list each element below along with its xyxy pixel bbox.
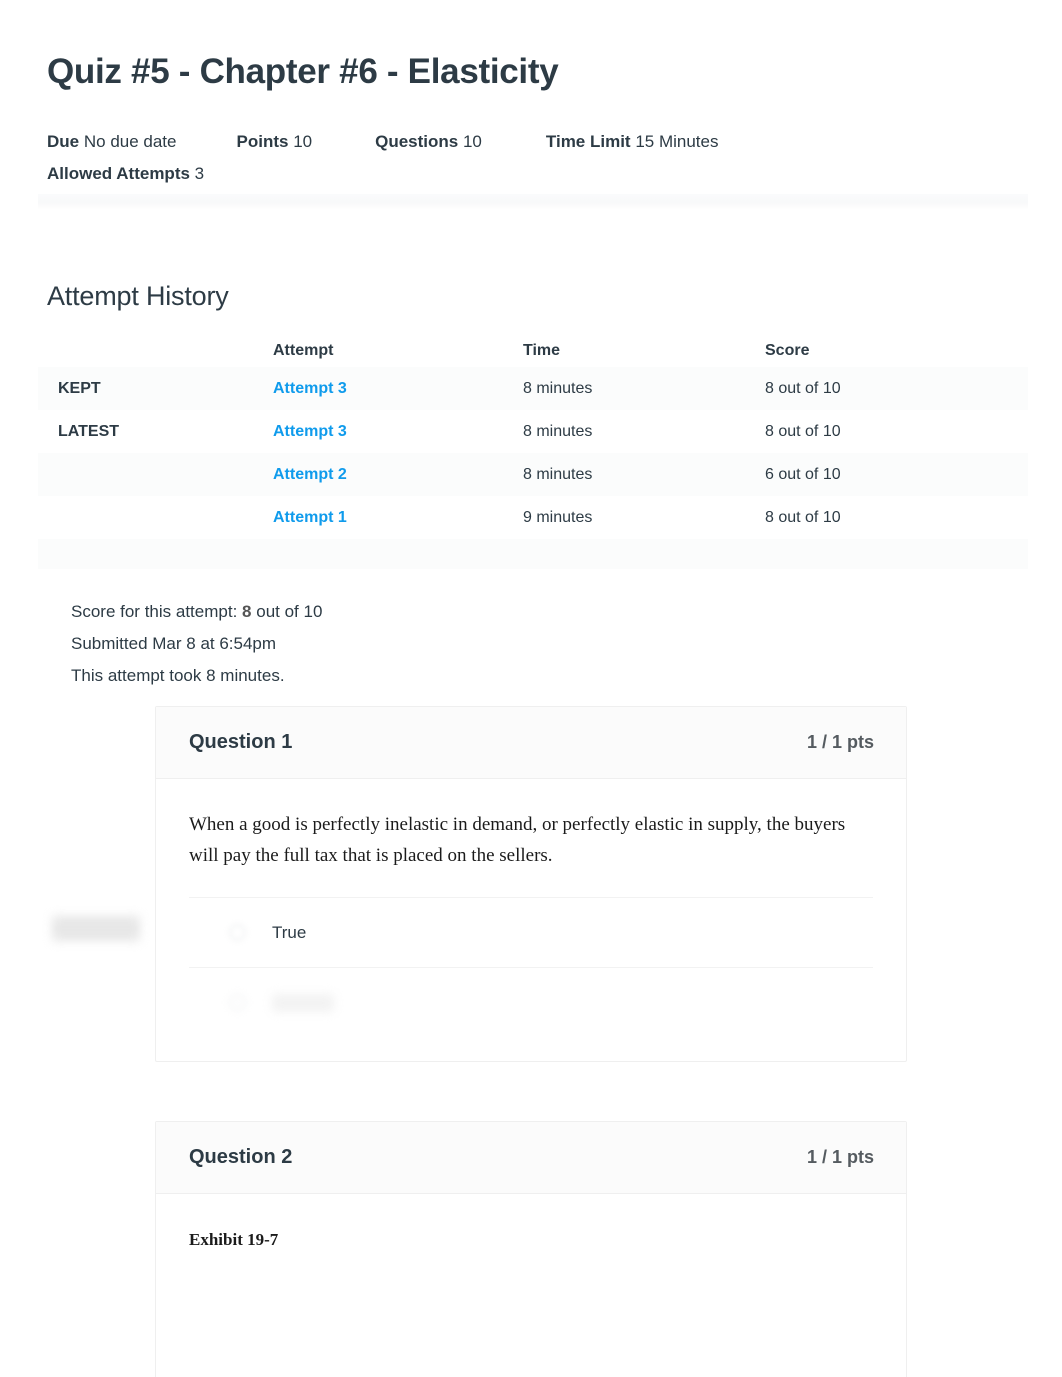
attempt-score: 8 out of 10: [765, 508, 841, 526]
attempt-history-heading: Attempt History: [47, 281, 229, 311]
column-header-score: Score: [765, 342, 810, 359]
attempt-link-cell: Attempt 2: [273, 466, 523, 484]
question-2-text: Exhibit 19-7: [189, 1230, 279, 1249]
attempt-tag: LATEST: [58, 422, 120, 440]
quiz-due: Due No due date: [47, 126, 177, 158]
table-row: KEPT Attempt 3 8 minutes 8 out of 10: [38, 367, 1028, 410]
question-card-1: Question 1 1 / 1 pts When a good is perf…: [155, 706, 907, 1062]
attempt-score-suffix: out of 10: [256, 602, 323, 621]
answer-option-redacted[interactable]: [189, 967, 873, 1037]
quiz-questions-label: Questions: [375, 132, 459, 151]
attempt-score-line: Score for this attempt: 8 out of 10: [71, 596, 322, 628]
attempt-score-prefix: Score for this attempt:: [71, 602, 238, 621]
question-2-body: Exhibit 19-7: [156, 1194, 906, 1255]
page-title: Quiz #5 - Chapter #6 - Elasticity: [47, 52, 559, 91]
question-1-header: Question 1 1 / 1 pts: [156, 707, 906, 779]
attempt-time: 8 minutes: [523, 422, 593, 440]
attempt-time: 8 minutes: [523, 379, 593, 397]
attempt-link-cell: Attempt 1: [273, 509, 523, 527]
quiz-points-value: 10: [293, 132, 313, 151]
quiz-results-page: Quiz #5 - Chapter #6 - Elasticity Due No…: [0, 0, 1062, 1377]
answer-option-label: [272, 993, 334, 1012]
attempt-score: 6 out of 10: [765, 465, 841, 483]
quiz-questions-value: 10: [462, 132, 482, 151]
attempt-summary: Score for this attempt: 8 out of 10 Subm…: [71, 596, 322, 692]
question-2-points: 1 / 1 pts: [806, 1147, 874, 1167]
attempt-link[interactable]: Attempt 1: [273, 509, 347, 526]
column-header-attempt: Attempt: [273, 342, 334, 359]
quiz-time-limit-label: Time Limit: [545, 132, 631, 151]
radio-button-icon[interactable]: [229, 994, 246, 1011]
quiz-allowed-attempts-value: 3: [194, 164, 205, 183]
attempt-score: 8 out of 10: [765, 379, 841, 397]
attempt-duration: This attempt took 8 minutes.: [71, 666, 285, 685]
question-2-title: Question 2: [189, 1146, 293, 1168]
attempt-link-cell: Attempt 3: [273, 380, 523, 398]
quiz-due-value: No due date: [83, 132, 177, 151]
quiz-allowed-attempts: Allowed Attempts 3: [47, 158, 204, 190]
quiz-meta: Due No due date Points 10 Questions 10 Time…: [47, 126, 1027, 190]
attempt-time: 9 minutes: [523, 508, 593, 526]
table-header-row: Attempt Time Score: [38, 335, 1028, 367]
table-row: Attempt 2 8 minutes 6 out of 10: [38, 453, 1028, 496]
question-1-title: Question 1: [189, 731, 293, 753]
quiz-meta-row-2: Allowed Attempts 3: [47, 158, 1027, 190]
quiz-points: Points 10: [237, 126, 313, 158]
attempt-link[interactable]: Attempt 2: [273, 466, 347, 483]
question-2-header: Question 2 1 / 1 pts: [156, 1122, 906, 1194]
attempt-score-value: 8: [242, 602, 252, 621]
answer-option-true[interactable]: True: [189, 897, 873, 967]
header-divider: [38, 194, 1028, 210]
quiz-time-limit-value: 15 Minutes: [635, 132, 719, 151]
question-card-2: Question 2 1 / 1 pts Exhibit 19-7: [155, 1121, 907, 1377]
attempt-score: 8 out of 10: [765, 422, 841, 440]
table-row-spacer: [38, 539, 1028, 569]
quiz-due-label: Due: [47, 132, 80, 151]
table-row: LATEST Attempt 3 8 minutes 8 out of 10: [38, 410, 1028, 453]
column-header-time: Time: [523, 342, 561, 359]
quiz-allowed-attempts-label: Allowed Attempts: [47, 164, 190, 183]
question-1-body: When a good is perfectly inelastic in de…: [156, 779, 906, 1037]
quiz-points-label: Points: [236, 132, 289, 151]
attempt-tag: KEPT: [58, 379, 101, 397]
attempt-history-table: Attempt Time Score KEPT Attempt 3 8 minu…: [38, 335, 1028, 569]
attempt-submitted: Submitted Mar 8 at 6:54pm: [71, 634, 277, 653]
quiz-meta-row-1: Due No due date Points 10 Questions 10 Time…: [47, 126, 1027, 158]
answer-correct-indicator: [52, 916, 140, 941]
quiz-time-limit: Time Limit 15 Minutes: [546, 126, 719, 158]
question-1-points: 1 / 1 pts: [806, 732, 874, 752]
attempt-link-cell: Attempt 3: [273, 423, 523, 441]
question-1-answers: True: [189, 897, 873, 1037]
radio-button-icon[interactable]: [229, 924, 246, 941]
attempt-link[interactable]: Attempt 3: [273, 380, 347, 397]
question-1-text: When a good is perfectly inelastic in de…: [189, 814, 846, 866]
attempt-time: 8 minutes: [523, 465, 593, 483]
table-row: Attempt 1 9 minutes 8 out of 10: [38, 496, 1028, 539]
quiz-questions: Questions 10: [375, 126, 482, 158]
attempt-link[interactable]: Attempt 3: [273, 423, 347, 440]
answer-option-label: True: [272, 922, 307, 942]
